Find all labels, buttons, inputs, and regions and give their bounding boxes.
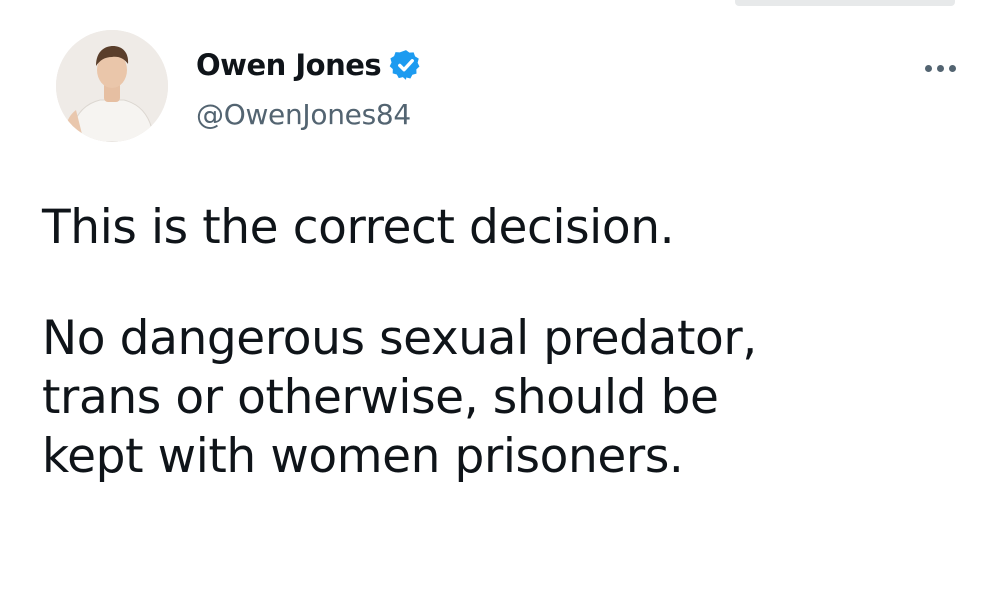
tweet-line: This is the correct decision.: [42, 200, 675, 255]
top-edge-strip: [735, 0, 955, 6]
avatar-image: [56, 30, 168, 142]
author-handle[interactable]: @OwenJones84: [196, 98, 411, 131]
verified-badge-icon: [389, 48, 423, 82]
tweet-line: kept with women prisoners.: [42, 429, 684, 484]
tweet-line: trans or otherwise, should be: [42, 370, 719, 425]
tweet-text: This is the correct decision. No dangero…: [42, 198, 962, 486]
author-name-row[interactable]: Owen Jones: [196, 44, 423, 86]
more-options-button[interactable]: [915, 50, 965, 86]
more-dot: [924, 64, 932, 72]
tweet-line: No dangerous sexual predator,: [42, 311, 757, 366]
more-dot: [936, 64, 944, 72]
more-dot: [948, 64, 956, 72]
avatar[interactable]: [56, 30, 168, 142]
author-display-name[interactable]: Owen Jones: [196, 48, 382, 82]
